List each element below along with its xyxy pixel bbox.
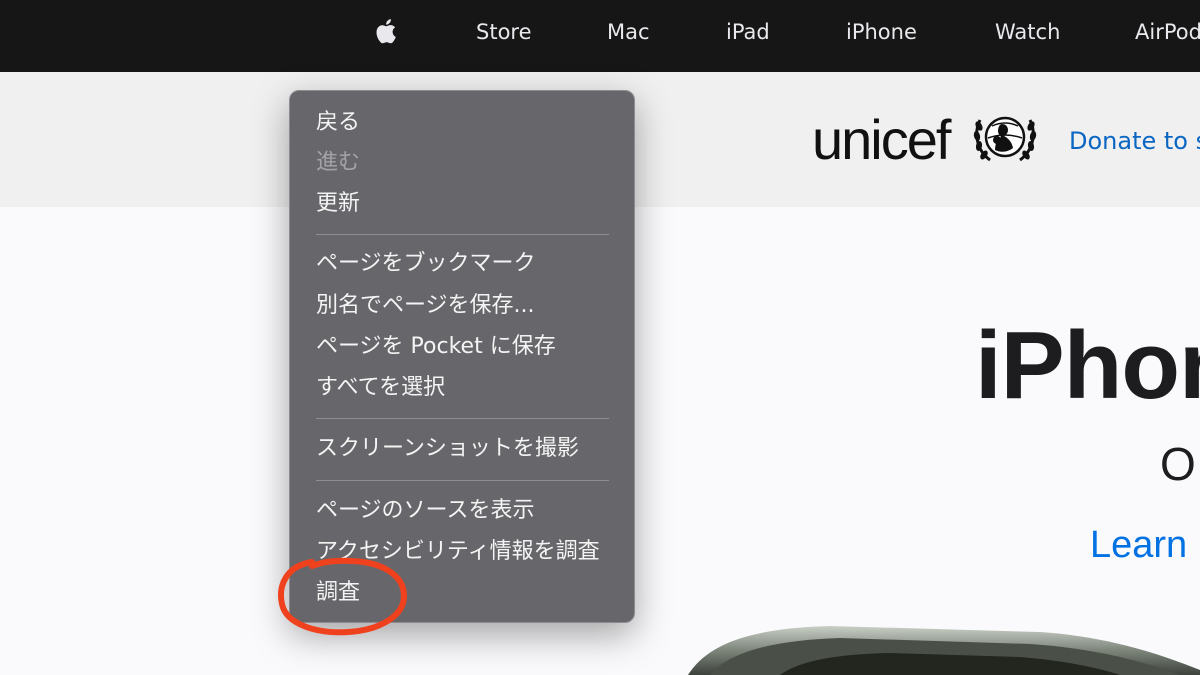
menu-separator — [316, 480, 609, 481]
hero-subtitle: O — [1160, 438, 1196, 490]
menu-item-inspect[interactable]: 調査 — [316, 575, 360, 611]
hero-title: iPhon — [975, 312, 1200, 419]
nav-item-iphone[interactable]: iPhone — [846, 0, 917, 72]
menu-item-view-source[interactable]: ページのソースを表示 — [316, 493, 534, 529]
menu-separator — [316, 418, 609, 419]
menu-item-inspect-accessibility[interactable]: アクセシビリティ情報を調査 — [316, 534, 600, 570]
menu-item-select-all[interactable]: すべてを選択 — [316, 370, 445, 406]
unicef-emblem-icon — [973, 116, 1037, 162]
nav-item-ipad[interactable]: iPad — [726, 0, 770, 72]
menu-separator — [316, 234, 609, 235]
unicef-logo-text: unicef — [812, 108, 951, 171]
iphone-product-image — [688, 626, 1200, 675]
menu-item-back[interactable]: 戻る — [316, 105, 360, 141]
browser-page: Store Mac iPad iPhone Watch AirPods unic… — [0, 0, 1200, 675]
context-menu: 戻る 進む 更新 ページをブックマーク 別名でページを保存... ページを Po… — [289, 90, 635, 623]
nav-item-store[interactable]: Store — [476, 0, 532, 72]
apple-logo-icon[interactable] — [372, 16, 402, 46]
menu-item-reload[interactable]: 更新 — [316, 186, 360, 222]
nav-item-watch[interactable]: Watch — [995, 0, 1060, 72]
menu-item-take-screenshot[interactable]: スクリーンショットを撮影 — [316, 431, 579, 467]
menu-item-bookmark-page[interactable]: ページをブックマーク — [316, 246, 536, 282]
menu-item-save-as[interactable]: 別名でページを保存... — [316, 288, 535, 324]
nav-item-mac[interactable]: Mac — [607, 0, 650, 72]
nav-item-airpods[interactable]: AirPods — [1135, 0, 1200, 72]
global-nav: Store Mac iPad iPhone Watch AirPods — [0, 0, 1200, 72]
menu-item-save-to-pocket[interactable]: ページを Pocket に保存 — [316, 329, 556, 365]
donate-link[interactable]: Donate to s — [1069, 124, 1200, 158]
learn-more-link[interactable]: Learn m — [1090, 520, 1200, 570]
menu-item-forward: 進む — [316, 150, 361, 175]
